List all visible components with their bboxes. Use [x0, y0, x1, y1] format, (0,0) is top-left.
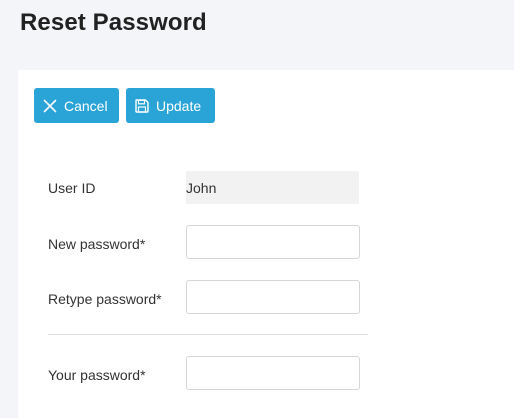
cancel-button-label: Cancel: [64, 97, 108, 114]
retype-password-label: Retype password*: [48, 291, 162, 307]
user-id-value: John: [186, 171, 359, 204]
update-button[interactable]: Update: [126, 88, 215, 123]
new-password-label: New password*: [48, 236, 146, 252]
retype-password-field[interactable]: [186, 280, 360, 314]
user-id-label: User ID: [48, 180, 96, 196]
cancel-button[interactable]: Cancel: [34, 88, 119, 123]
save-icon: [134, 98, 150, 114]
your-password-field[interactable]: [186, 356, 360, 390]
form-divider: [48, 334, 368, 335]
update-button-label: Update: [156, 97, 202, 114]
reset-password-card: Cancel Update User ID John New password*…: [18, 70, 514, 418]
close-icon: [42, 98, 58, 114]
your-password-label: Your password*: [48, 367, 146, 383]
page-title: Reset Password: [20, 9, 207, 36]
new-password-field[interactable]: [186, 225, 360, 259]
